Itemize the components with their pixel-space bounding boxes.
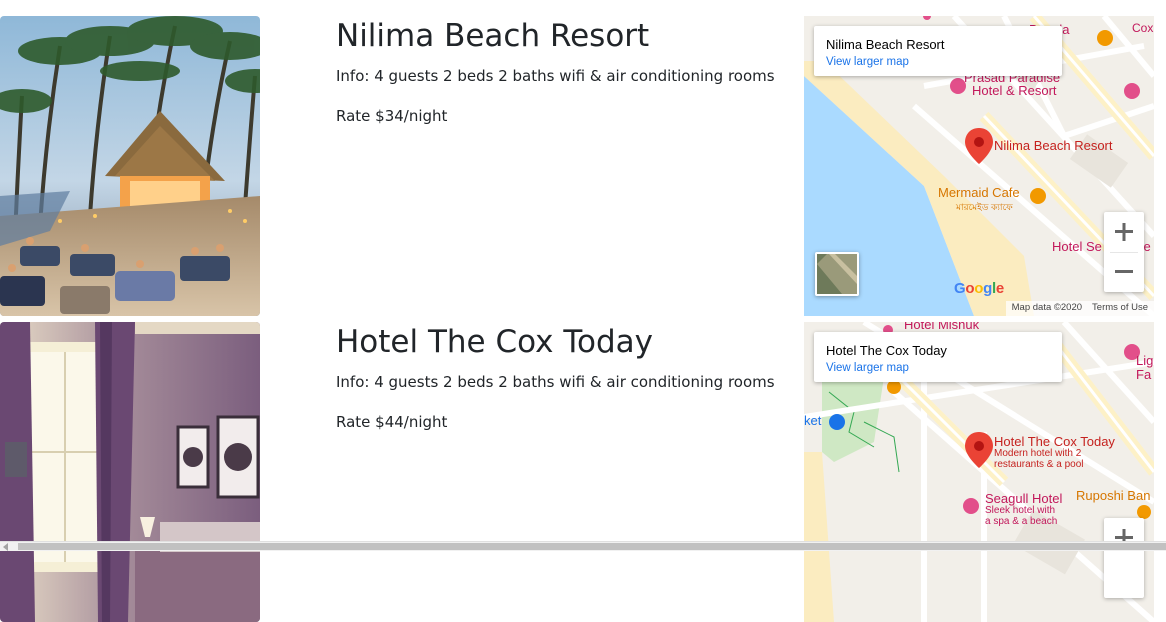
map-place-label: Lig	[1136, 353, 1154, 368]
terms-of-use-link[interactable]: Terms of Use	[1092, 302, 1148, 313]
map-place-label: Cox	[1132, 21, 1154, 35]
google-logo: Google	[954, 280, 1004, 297]
listing-title: Hotel The Cox Today	[336, 324, 653, 360]
map-card-title: Hotel The Cox Today	[826, 343, 947, 358]
map-zoom-controls	[1104, 212, 1144, 292]
embedded-map[interactable]: Bangla Cox Prasad Paradise Hotel & Resor…	[804, 16, 1154, 316]
map-marker-sublabel: Modern hotel with 2	[994, 448, 1082, 459]
map-attribution: Map data ©2020 Terms of Use	[1005, 301, 1154, 316]
map-place-label: a spa & a beach	[985, 516, 1058, 527]
listing-info: Info: 4 guests 2 beds 2 baths wifi & air…	[336, 67, 775, 85]
listing-card: Nilima Beach Resort Info: 4 guests 2 bed…	[0, 16, 1166, 316]
map-info-card: Hotel The Cox Today View larger map	[814, 332, 1062, 382]
map-data-label: Map data ©2020	[1011, 302, 1083, 313]
map-place-label: Mermaid Cafe	[938, 185, 1020, 200]
map-marker-sublabel: restaurants & a pool	[994, 459, 1084, 470]
plus-icon	[1115, 529, 1133, 547]
zoom-in-button[interactable]	[1104, 212, 1144, 252]
scrollbar-thumb[interactable]	[18, 543, 1166, 550]
satellite-toggle[interactable]	[815, 252, 859, 296]
listing-rate: Rate $44/night	[336, 413, 448, 431]
plus-icon	[1115, 223, 1133, 241]
map-place-label: Ruposhi Ban	[1076, 488, 1151, 503]
listing-rate: Rate $34/night	[336, 107, 448, 125]
hotel-photo	[0, 322, 260, 622]
map-marker-label: Nilima Beach Resort	[994, 138, 1113, 153]
map-zoom-controls	[1104, 518, 1144, 598]
map-place-label: Sleek hotel with	[985, 505, 1056, 516]
map-place-label: Hotel Se	[1052, 239, 1102, 254]
map-place-label: Hotel Mishuk	[904, 322, 980, 332]
map-place-label: Fa	[1136, 367, 1152, 382]
listing-info: Info: 4 guests 2 beds 2 baths wifi & air…	[336, 373, 775, 391]
map-place-label: Seagull Hotel	[985, 491, 1063, 506]
map-place-label: ket	[804, 413, 822, 428]
resort-photo	[0, 16, 260, 316]
view-larger-map-link[interactable]: View larger map	[826, 56, 909, 68]
minus-icon	[1115, 270, 1133, 273]
listing-card: Hotel The Cox Today Info: 4 guests 2 bed…	[0, 322, 1166, 622]
map-marker-label: Hotel The Cox Today	[994, 434, 1115, 449]
zoom-out-button[interactable]	[1104, 252, 1144, 292]
embedded-map[interactable]: Hotel Mishuk Lig Fa ket Hotel The Cox To…	[804, 322, 1154, 622]
listing-title: Nilima Beach Resort	[336, 18, 650, 54]
map-place-label: Hotel & Resort	[972, 83, 1057, 98]
map-info-card: Nilima Beach Resort View larger map	[814, 26, 1062, 76]
map-card-title: Nilima Beach Resort	[826, 37, 945, 52]
zoom-in-button[interactable]	[1104, 518, 1144, 558]
view-larger-map-link[interactable]: View larger map	[826, 362, 909, 374]
map-place-label: মারমেইড ক্যাফে	[956, 202, 1013, 212]
